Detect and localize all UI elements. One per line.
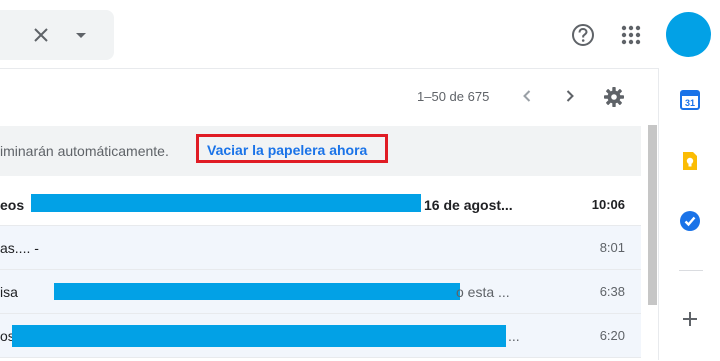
next-page-button[interactable] (559, 85, 581, 107)
account-avatar[interactable] (666, 12, 711, 57)
email-snippet-tail: o esta ... (456, 284, 510, 300)
add-addon-button[interactable] (679, 308, 701, 330)
side-panel: 31 (658, 68, 720, 360)
keep-icon (683, 152, 697, 170)
apps-button[interactable] (619, 23, 643, 47)
dropdown-arrow-icon (76, 33, 86, 38)
email-snippet-tail: 16 de agost... (424, 197, 513, 213)
top-bar (0, 0, 720, 68)
email-snippet: eos (0, 197, 25, 213)
email-time: 10:06 (591, 197, 625, 212)
email-row[interactable]: os ... 6:20 (0, 314, 641, 358)
trash-info-banner: iminarán automáticamente. Vaciar la pape… (0, 126, 641, 176)
redacted-area (12, 325, 506, 347)
email-list: eos 16 de agost... 10:06 as.... - 8:01 i… (0, 183, 641, 358)
empty-trash-link[interactable]: Vaciar la papelera ahora (207, 142, 367, 158)
calendar-button[interactable]: 31 (679, 89, 701, 111)
email-snippet-tail: ... (508, 328, 520, 344)
list-toolbar: 1–50 de 675 (0, 69, 658, 125)
chevron-left-icon (523, 90, 531, 102)
mail-main: 1–50 de 675 iminarán automáticamente. Va… (0, 68, 658, 361)
search-options-button[interactable] (69, 23, 93, 47)
settings-button[interactable] (602, 85, 626, 109)
clear-search-button[interactable] (29, 23, 53, 47)
gear-icon (604, 87, 624, 107)
chevron-right-icon (566, 90, 574, 102)
calendar-day: 31 (685, 98, 695, 108)
apps-grid-icon (621, 25, 641, 45)
keep-button[interactable] (679, 150, 701, 172)
email-row[interactable]: isa o esta ... 6:38 (0, 270, 641, 314)
scrollbar-thumb[interactable] (648, 125, 657, 305)
page-count: 1–50 de 675 (417, 89, 490, 104)
prev-page-button[interactable] (516, 85, 538, 107)
tasks-button[interactable] (679, 210, 701, 232)
scrollbar[interactable] (642, 125, 658, 361)
help-icon (572, 24, 594, 46)
email-row[interactable]: as.... - 8:01 (0, 226, 641, 270)
email-time: 6:20 (599, 328, 625, 343)
plus-icon (683, 312, 697, 326)
tasks-icon (680, 211, 700, 231)
email-snippet: as.... - (0, 240, 39, 256)
email-row[interactable]: eos 16 de agost... 10:06 (0, 183, 641, 226)
side-divider (679, 270, 703, 271)
help-button[interactable] (569, 21, 597, 49)
email-time: 8:01 (599, 240, 625, 255)
email-time: 6:38 (599, 284, 625, 299)
calendar-icon: 31 (680, 90, 700, 110)
redacted-area (31, 194, 421, 212)
highlight-box: Vaciar la papelera ahora (196, 134, 388, 163)
email-snippet: isa (0, 284, 18, 300)
redacted-area (54, 283, 460, 300)
close-icon (34, 28, 48, 42)
search-box[interactable] (0, 10, 114, 60)
banner-text: iminarán automáticamente. (0, 143, 169, 159)
